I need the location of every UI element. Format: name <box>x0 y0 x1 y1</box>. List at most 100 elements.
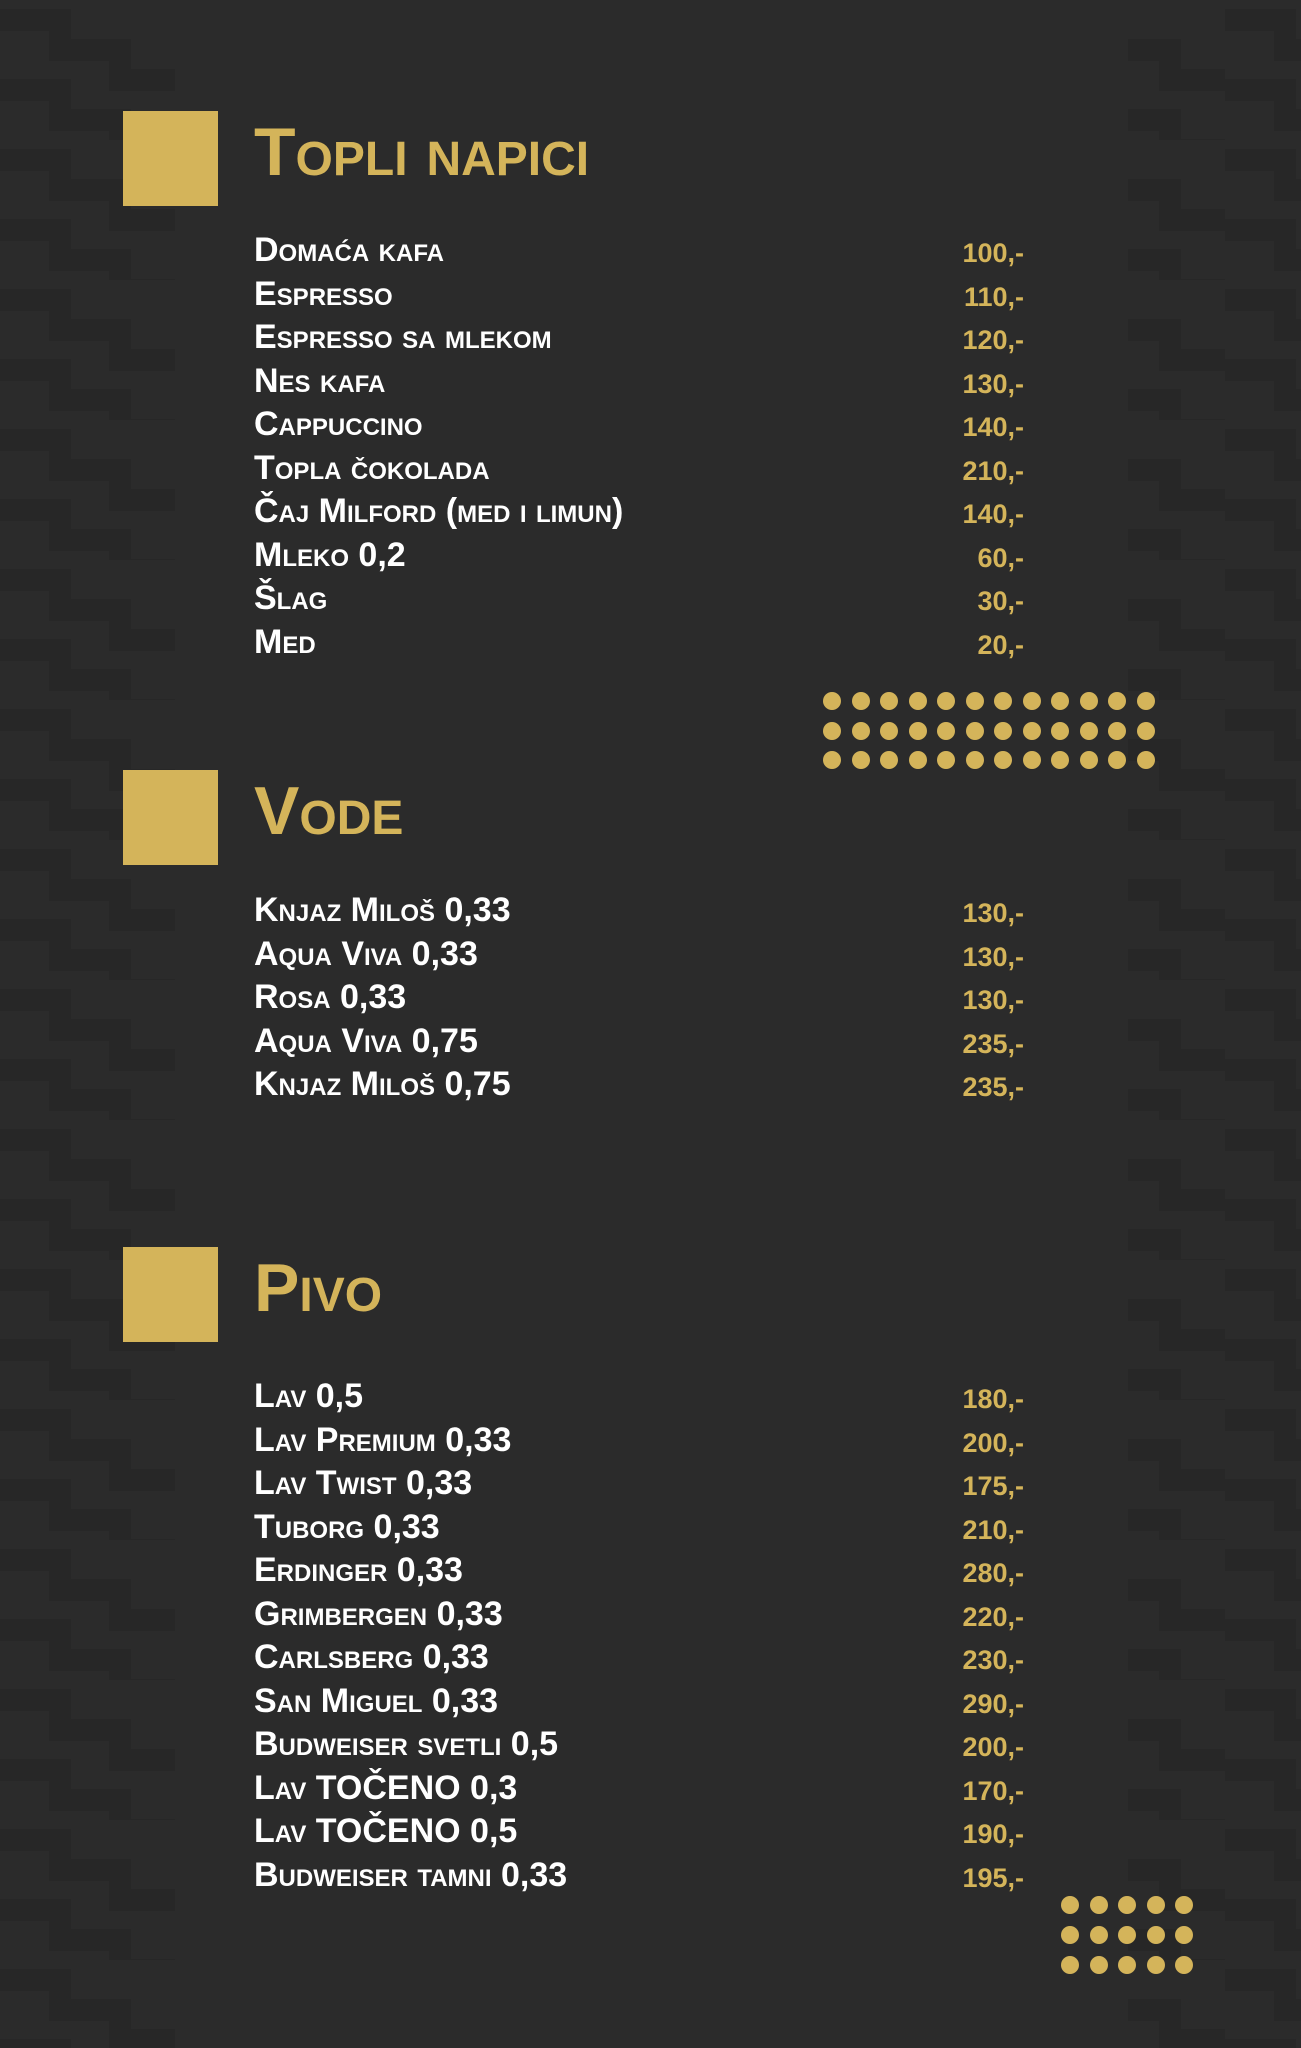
item-name: Rosa 0,33 <box>254 978 407 1016</box>
dot <box>1108 751 1126 769</box>
item-name: Nes kafa <box>254 361 386 400</box>
item-price: 130,- <box>962 898 1024 928</box>
menu-item: Čaj Milford (med i limun) 140,- <box>254 489 1024 533</box>
dot <box>823 692 841 710</box>
item-name: Espresso <box>254 274 393 313</box>
dot <box>1118 1896 1136 1914</box>
menu-item: Lav Premium 0,33 200,- <box>254 1418 1024 1462</box>
item-price: 130,- <box>962 985 1024 1015</box>
item-name: Espresso sa mlekom <box>254 318 552 356</box>
decorative-dots <box>1061 1896 1204 1986</box>
item-name: Lav Premium 0,33 <box>254 1420 512 1459</box>
dot <box>908 751 927 769</box>
dot <box>937 692 955 710</box>
item-price: 280,- <box>962 1558 1024 1588</box>
item-name: Domaća kafa <box>254 231 444 269</box>
dot <box>965 751 984 769</box>
menu-item: Espresso sa mlekom 120,- <box>254 315 1024 359</box>
item-name: Med <box>254 622 316 661</box>
dot <box>994 721 1012 740</box>
item-name: Erdinger 0,33 <box>254 1551 463 1589</box>
dot <box>1089 1956 1108 1974</box>
item-name: Lav Twist 0,33 <box>254 1464 473 1502</box>
dot <box>1146 1896 1165 1914</box>
item-name: Šlag <box>254 579 328 617</box>
menu-item: Tuborg 0,33 210,- <box>254 1505 1024 1549</box>
dot <box>1051 751 1069 769</box>
menu-item: Aqua Viva 0,75 235,- <box>254 1019 1024 1063</box>
item-price: 170,- <box>962 1775 1024 1806</box>
dot <box>1175 1956 1193 1974</box>
menu-item: Grimbergen 0,33 220,- <box>254 1592 1024 1636</box>
menu-item: Budweiser svetli 0,5 200,- <box>254 1722 1024 1766</box>
dot <box>1061 1896 1079 1914</box>
dot <box>1089 1896 1108 1914</box>
dot <box>1079 721 1098 740</box>
item-name: Mleko 0,2 <box>254 535 406 574</box>
item-name: Carlsberg 0,33 <box>254 1638 489 1676</box>
dot <box>851 751 870 769</box>
item-price: 30,- <box>977 586 1024 616</box>
section-marker-square <box>123 1247 218 1342</box>
menu-item: Aqua Viva 0,33 130,- <box>254 932 1024 976</box>
menu-item: Cappuccino 140,- <box>254 402 1024 446</box>
item-name: Knjaz Miloš 0,75 <box>254 1065 511 1103</box>
dot <box>965 721 984 740</box>
item-name: Aqua Viva 0,75 <box>254 1021 478 1060</box>
section-marker-square <box>123 770 218 865</box>
dot <box>1175 1926 1193 1944</box>
item-price: 175,- <box>962 1471 1024 1501</box>
item-name: Aqua Viva 0,33 <box>254 934 478 973</box>
section-marker-square <box>123 111 218 206</box>
item-name: Knjaz Miloš 0,33 <box>254 891 511 929</box>
item-price: 140,- <box>962 499 1024 529</box>
dot <box>1051 692 1069 710</box>
dot <box>823 751 841 769</box>
menu-item: Knjaz Miloš 0,75 235,- <box>254 1062 1024 1106</box>
item-price: 235,- <box>962 1072 1024 1102</box>
section-title: Topli napici <box>254 114 590 190</box>
dot <box>965 692 984 710</box>
menu-item: Mleko 0,2 60,- <box>254 533 1024 577</box>
dot <box>908 721 927 740</box>
dot <box>1061 1926 1079 1944</box>
dot <box>1022 692 1041 710</box>
item-name: San Miguel 0,33 <box>254 1681 499 1720</box>
item-name: Cappuccino <box>254 405 423 443</box>
item-price: 130,- <box>962 941 1024 972</box>
item-name: Lav 0,5 <box>254 1377 364 1415</box>
item-price: 210,- <box>962 1514 1024 1545</box>
dot <box>1061 1956 1079 1974</box>
dot <box>880 721 898 740</box>
item-price: 60,- <box>977 542 1024 573</box>
dot <box>994 692 1012 710</box>
dot <box>1022 721 1041 740</box>
item-name: Tuborg 0,33 <box>254 1507 440 1546</box>
menu-item: Lav TOČENO 0,3 170,- <box>254 1766 1024 1810</box>
item-price: 130,- <box>962 368 1024 399</box>
decorative-dots <box>823 692 1165 781</box>
menu-item: Nes kafa 130,- <box>254 359 1024 403</box>
dot <box>1108 721 1126 740</box>
item-name: Čaj Milford (med i limun) <box>254 492 624 530</box>
item-name: Topla čokolada <box>254 448 490 487</box>
item-price: 110,- <box>963 281 1024 312</box>
menu-item: Lav 0,5 180,- <box>254 1374 1024 1418</box>
dot <box>1118 1926 1136 1944</box>
menu-list: Domaća kafa 100,- Espresso 110,- Espresso … <box>254 228 1024 663</box>
item-price: 210,- <box>962 455 1024 486</box>
item-price: 100,- <box>962 238 1024 268</box>
menu-item: Lav TOČENO 0,5 190,- <box>254 1809 1024 1853</box>
menu-item: Domaća kafa 100,- <box>254 228 1024 272</box>
dot <box>908 692 927 710</box>
dot <box>1136 751 1155 769</box>
menu-list: Knjaz Miloš 0,33 130,- Aqua Viva 0,33 130,… <box>254 888 1024 1106</box>
menu-item: Erdinger 0,33 280,- <box>254 1548 1024 1592</box>
menu-item: Lav Twist 0,33 175,- <box>254 1461 1024 1505</box>
item-price: 230,- <box>962 1645 1024 1675</box>
dot <box>1079 751 1098 769</box>
dot <box>1136 692 1155 710</box>
menu-item: San Miguel 0,33 290,- <box>254 1679 1024 1723</box>
item-name: Lav TOČENO 0,5 <box>254 1812 518 1850</box>
item-price: 235,- <box>962 1028 1024 1059</box>
